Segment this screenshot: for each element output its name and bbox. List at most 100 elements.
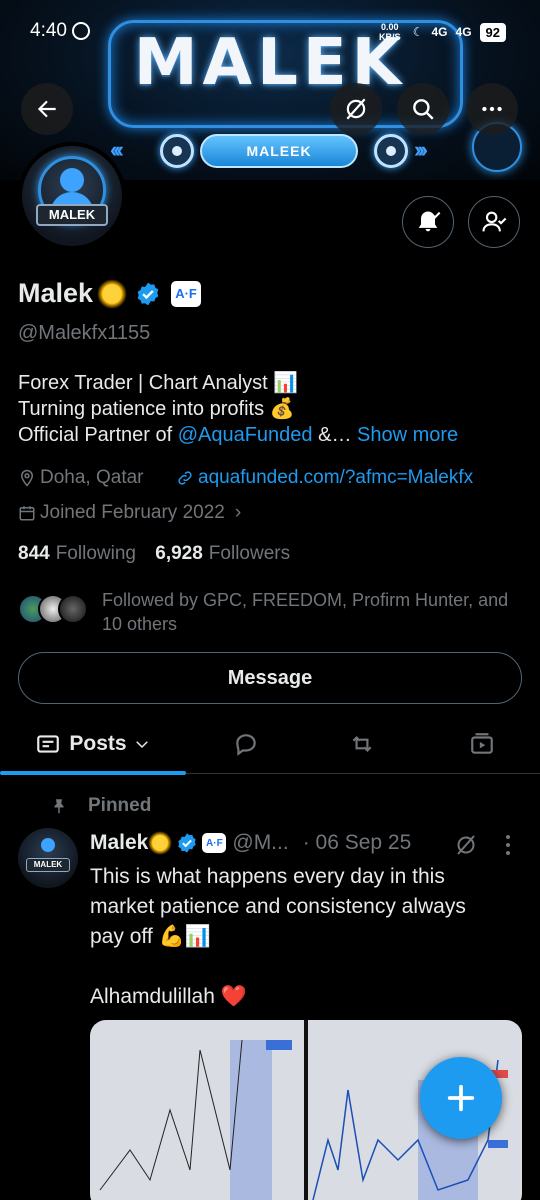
post-avatar-plate: MALEK	[26, 858, 70, 872]
website-row[interactable]: aquafunded.com/?afmc=Malekfx	[176, 467, 473, 489]
whatsapp-icon	[72, 22, 90, 40]
network-label-2: 4G	[455, 25, 472, 39]
notifications-button[interactable]	[402, 196, 454, 248]
sun-emoji-icon	[148, 831, 173, 855]
post-text-line-2: market patience and consistency always	[90, 895, 466, 918]
pinned-label: Pinned	[50, 795, 151, 817]
verified-badge-icon[interactable]	[135, 281, 161, 307]
banner-ring-left	[160, 134, 194, 168]
profile-handle: @Malekfx1155	[18, 322, 151, 344]
link-icon	[178, 471, 192, 485]
media-image-left[interactable]	[90, 1020, 304, 1200]
show-more-link[interactable]: Show more	[357, 424, 458, 446]
profile-tabs: Posts	[0, 714, 540, 775]
post-text: This is what happens every day in this m…	[90, 862, 520, 1012]
status-bar: 4:40 0.00 KB/S ☾ 4G 4G 92	[0, 0, 540, 64]
post-author-handle[interactable]: @M...	[232, 831, 288, 855]
joined-text: Joined February 2022	[40, 502, 225, 523]
post-text-spacer	[90, 952, 520, 982]
location-row: Doha, Qatar	[18, 467, 144, 489]
grok-button[interactable]	[330, 83, 382, 135]
location-text: Doha, Qatar	[40, 467, 144, 488]
website-link[interactable]: aquafunded.com/?afmc=Malekfx	[198, 467, 473, 489]
affiliate-badge[interactable]: A·F	[171, 280, 202, 307]
tab-replies[interactable]	[220, 714, 272, 774]
post-author-avatar[interactable]: MALEK	[18, 828, 78, 888]
post-text-line-1: This is what happens every day in this	[90, 865, 445, 888]
pinned-text: Pinned	[88, 795, 152, 816]
followed-by-text: Followed by GPC, FREEDOM, Profirm Hunter…	[102, 590, 509, 634]
search-button[interactable]	[397, 83, 449, 135]
calendar-icon	[19, 506, 35, 521]
sun-emoji-icon	[97, 278, 128, 309]
banner-pill: MALEEK	[200, 134, 358, 168]
active-tab-indicator	[0, 771, 186, 775]
bell-check-icon	[418, 211, 441, 232]
aquafunded-mention-link[interactable]: @AquaFunded	[178, 424, 313, 446]
verified-badge-icon	[178, 833, 197, 853]
battery-level: 92	[479, 22, 506, 42]
post-date[interactable]: · 06 Sep 25	[303, 831, 412, 855]
pin-icon	[54, 799, 64, 814]
following-button[interactable]	[468, 196, 520, 248]
followers-label: Followers	[208, 543, 291, 564]
following-count: 844	[18, 543, 50, 564]
follower-avatar	[58, 594, 88, 624]
bio-line-1: Forex Trader | Chart Analyst 📊	[18, 372, 299, 394]
post-author-name[interactable]: Malek	[90, 831, 148, 855]
followers-count: 6,928	[155, 543, 203, 564]
compose-post-button[interactable]	[420, 1057, 502, 1139]
repost-icon	[352, 735, 372, 753]
search-icon	[413, 99, 434, 120]
person-check-icon	[482, 211, 507, 232]
video-media-icon	[471, 733, 493, 754]
tab-posts-label: Posts	[69, 732, 127, 755]
followed-by-row[interactable]: Followed by GPC, FREEDOM, Profirm Hunter…	[18, 588, 512, 636]
followers-stat[interactable]: 6,928 Followers	[155, 543, 290, 564]
arrow-left-icon	[37, 100, 56, 118]
grok-icon[interactable]	[454, 833, 478, 857]
banner-pill-text: MALEEK	[246, 143, 312, 159]
affiliate-badge: A·F	[202, 833, 227, 853]
profile-avatar[interactable]: MALEK	[18, 142, 126, 250]
joined-row[interactable]: Joined February 2022 ›	[18, 502, 241, 524]
bio-line-3: Official Partner of @AquaFunded &… Show …	[18, 422, 528, 448]
tab-reposts[interactable]	[336, 714, 388, 774]
bio-line-3-prefix: Official Partner of	[18, 424, 178, 446]
bio-line-2: Turning patience into profits 💰	[18, 398, 295, 420]
network-speed: 0.00 KB/S	[378, 22, 401, 42]
reply-bubble-icon	[236, 734, 256, 756]
status-right: 0.00 KB/S ☾ 4G 4G 92	[375, 22, 506, 42]
more-dots-icon	[482, 106, 502, 112]
post-more-icon[interactable]	[504, 833, 512, 857]
follow-stats: 844 Following 6,928 Followers	[18, 543, 290, 565]
location-pin-icon	[20, 469, 34, 487]
message-button[interactable]: Message	[18, 652, 522, 704]
status-time: 4:40	[30, 20, 67, 41]
chevron-right-icon: ›	[234, 502, 242, 523]
post-text-line-3: pay off 💪📊	[90, 925, 211, 948]
more-options-button[interactable]	[466, 83, 518, 135]
back-button[interactable]	[21, 83, 73, 135]
tab-posts[interactable]: Posts	[0, 714, 186, 774]
grok-icon	[346, 98, 366, 120]
banner-right-arrows: ›››	[414, 137, 428, 162]
plus-icon	[447, 1084, 475, 1112]
post-avatar-head	[41, 838, 55, 852]
avatar-plate: MALEK	[36, 204, 108, 226]
chevron-down-icon	[135, 741, 148, 749]
posts-icon	[37, 735, 60, 753]
moon-icon: ☾	[412, 25, 424, 39]
tab-media[interactable]	[456, 714, 508, 774]
banner-ring-right	[374, 134, 408, 168]
avatar-head	[60, 168, 84, 192]
following-stat[interactable]: 844 Following	[18, 543, 136, 564]
network-label-1: 4G	[431, 25, 448, 39]
profile-name: Malek A·F	[18, 278, 202, 309]
profile-name-text: Malek	[18, 278, 94, 308]
bio-line-3-suffix: &…	[312, 424, 357, 446]
following-label: Following	[55, 543, 136, 564]
follower-avatars	[18, 594, 88, 624]
chart-image-left	[99, 1039, 292, 1200]
post-header: Malek A·F @M... · 06 Sep 25	[90, 831, 520, 855]
